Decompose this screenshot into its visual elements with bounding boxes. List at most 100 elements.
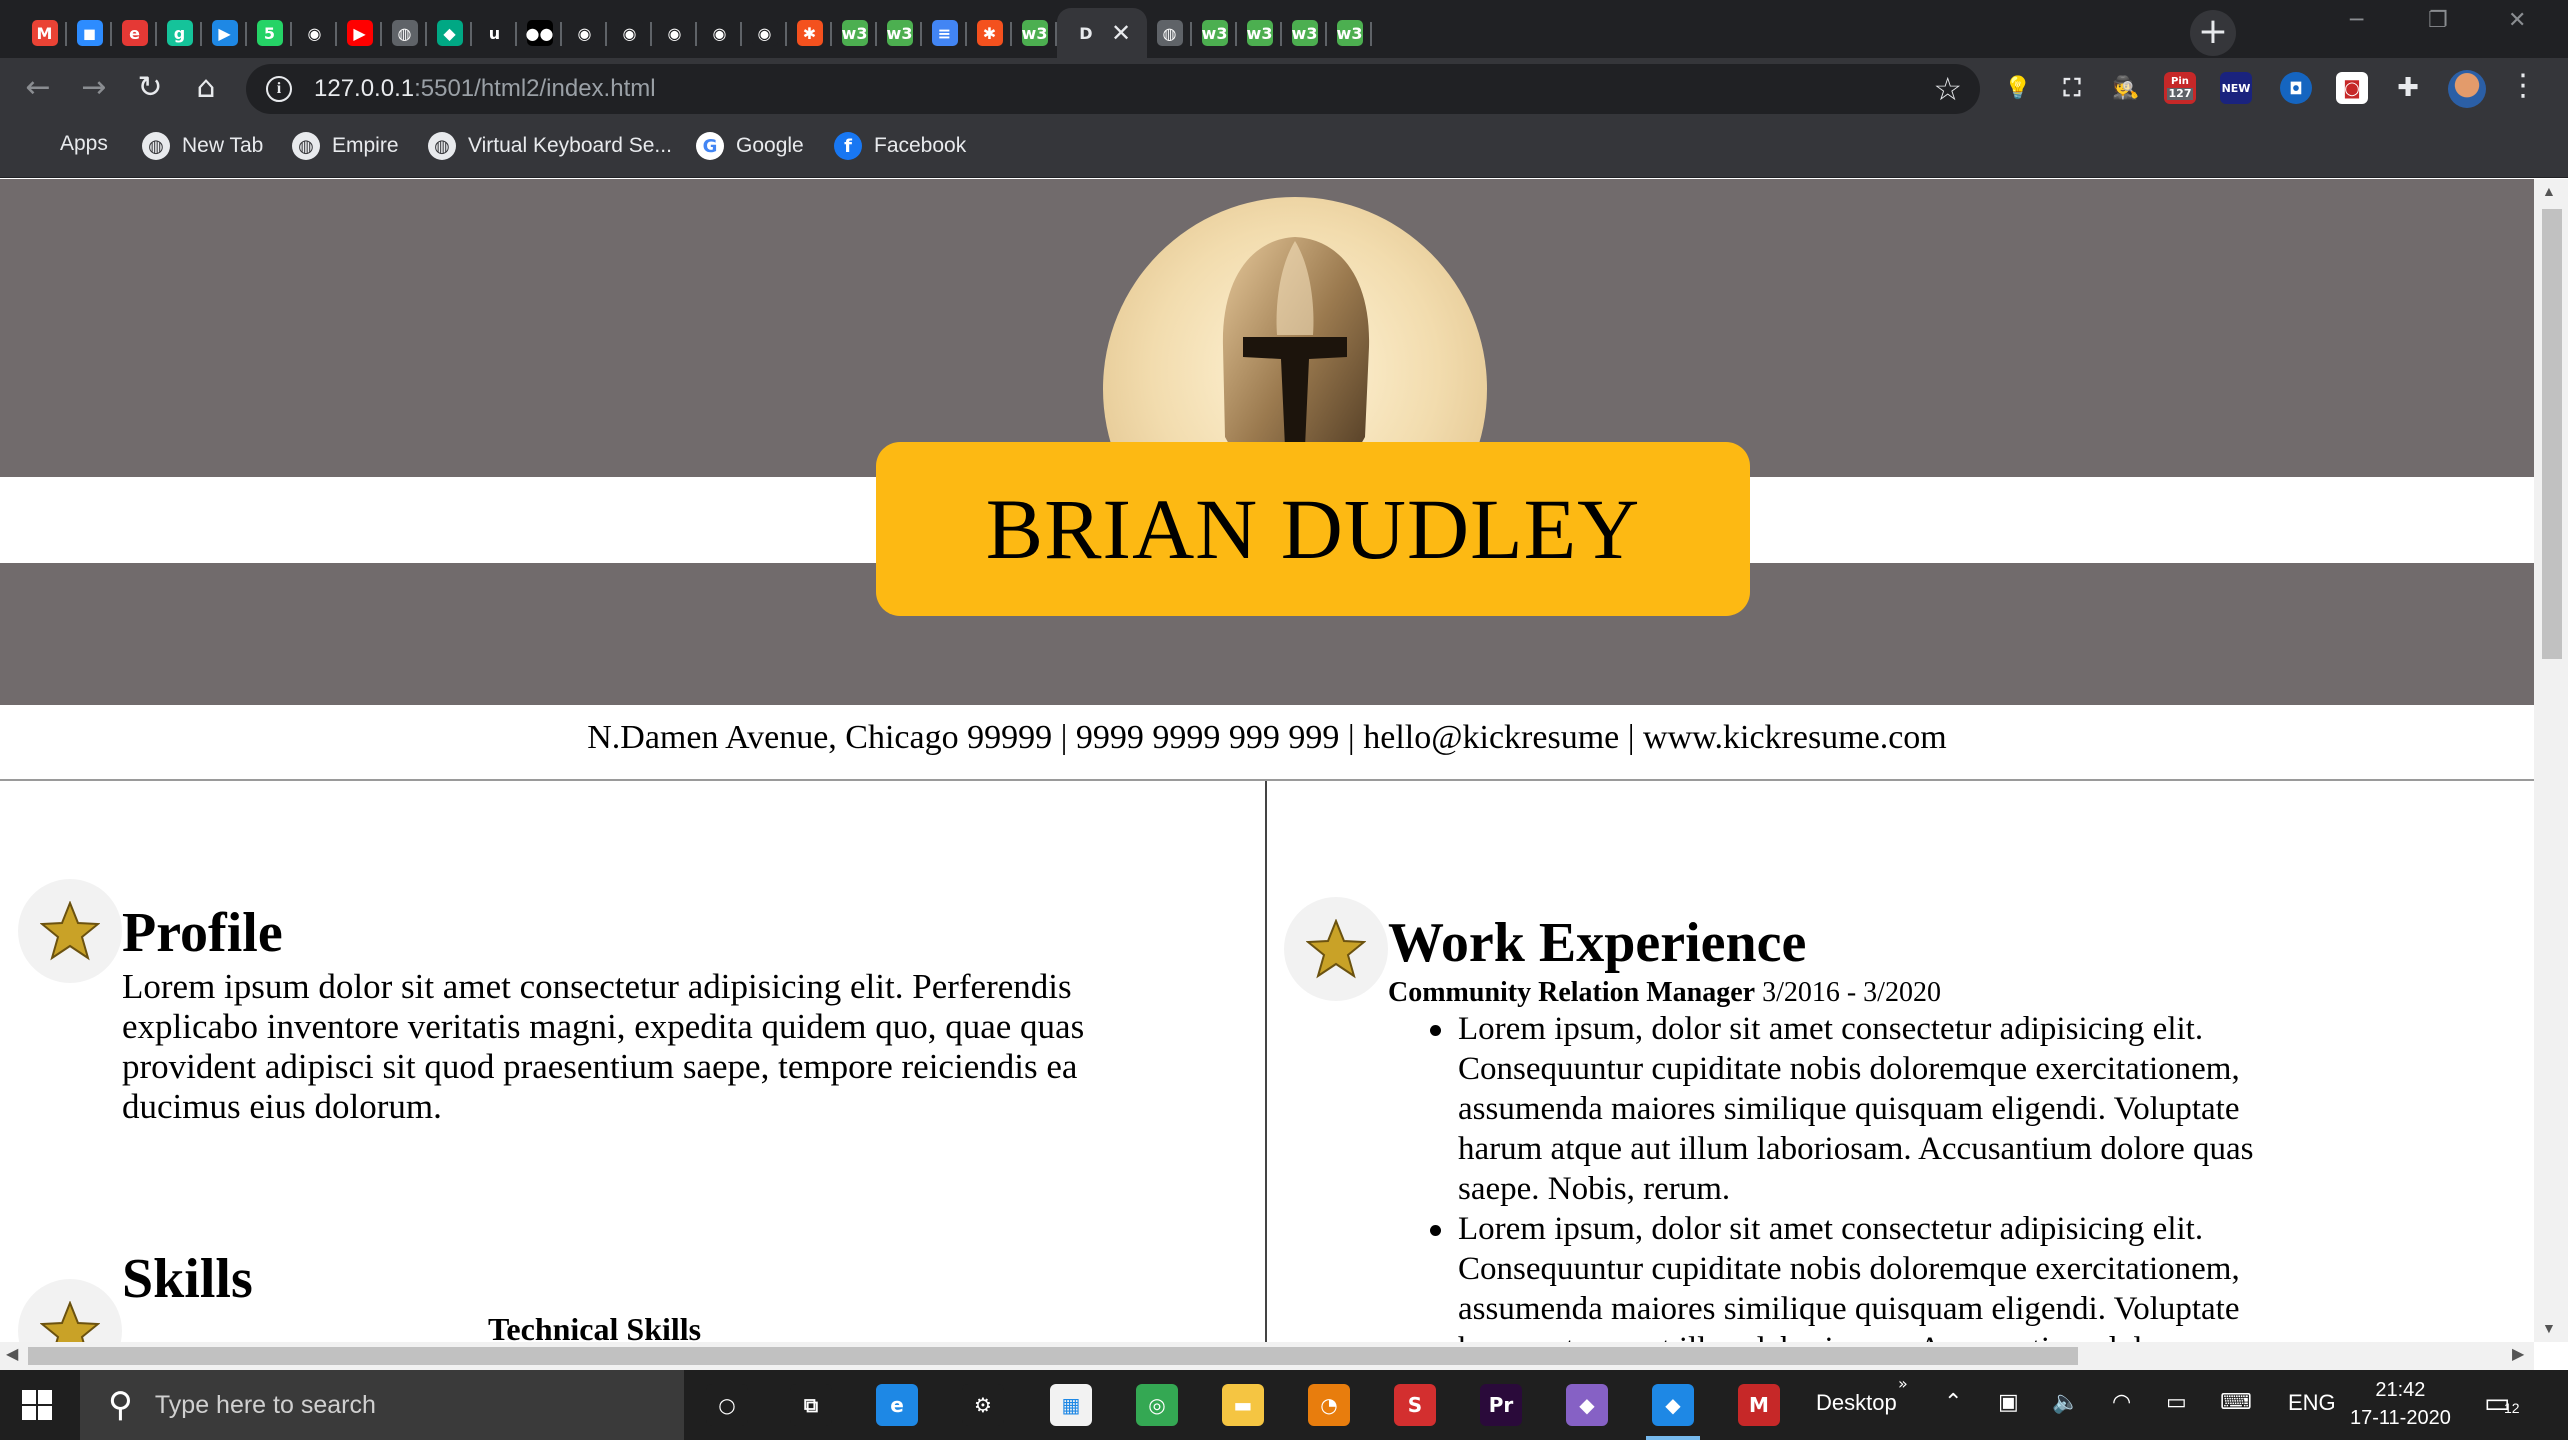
bookmark-star-icon[interactable]: ☆	[1933, 70, 1962, 108]
browser-tab[interactable]: ◼	[67, 8, 112, 58]
vertical-scrollbar[interactable]: ▲ ▼	[2534, 179, 2568, 1342]
browser-tab[interactable]: ●●	[517, 8, 562, 58]
browser-tab[interactable]: ▶	[202, 8, 247, 58]
shield-extension-icon[interactable]: ◙	[2336, 72, 2368, 104]
reload-button[interactable]: ↻	[130, 68, 170, 108]
pin-extension-icon[interactable]: Pin 127	[2164, 72, 2196, 104]
task-view-icon[interactable]: ⧉	[790, 1384, 832, 1426]
chrome-icon[interactable]: ◎	[1136, 1384, 1178, 1426]
browser-tab[interactable]: ✱	[787, 8, 832, 58]
store-icon[interactable]: ▦	[1050, 1384, 1092, 1426]
browser-tab[interactable]: w3	[1012, 8, 1057, 58]
search-icon: ⚲	[108, 1385, 133, 1425]
browser-tab[interactable]: ✱	[967, 8, 1012, 58]
scroll-up-arrow-icon[interactable]: ▲	[2542, 183, 2556, 199]
windows-start-icon[interactable]	[22, 1390, 52, 1420]
restore-icon[interactable]: ❐	[2428, 8, 2448, 33]
forward-button[interactable]: →	[74, 68, 114, 108]
browser-tab[interactable]: 5	[247, 8, 292, 58]
chevron-up-icon[interactable]: ⌃	[1944, 1390, 1962, 1415]
browser-tab[interactable]: w3	[1237, 8, 1282, 58]
browser-tab[interactable]: ◉	[607, 8, 652, 58]
bookmark-facebook[interactable]: f Facebook	[834, 132, 966, 160]
browser-tab[interactable]: ◉	[562, 8, 607, 58]
new-tab-button[interactable]: +	[2190, 10, 2236, 56]
minimize-icon[interactable]: ─	[2350, 8, 2363, 33]
tab-favicon-icon: 5	[256, 20, 283, 46]
scroll-right-arrow-icon[interactable]: ▶	[2512, 1344, 2524, 1364]
explorer-icon[interactable]: ▬	[1222, 1384, 1264, 1426]
horizontal-scrollbar[interactable]: ◀ ▶	[0, 1342, 2534, 1370]
notification-center-icon[interactable]: ▭ 12	[2484, 1386, 2524, 1422]
bookmark-google[interactable]: G Google	[696, 132, 804, 160]
bookmark-empire[interactable]: ◍ Empire	[292, 132, 399, 160]
tab-active[interactable]: D ✕	[1057, 8, 1147, 58]
browser-tab[interactable]: ◆	[427, 8, 472, 58]
bookmark-virtual-keyboard[interactable]: ◍ Virtual Keyboard Se...	[428, 132, 672, 160]
browser-tab[interactable]: w3	[832, 8, 877, 58]
name-banner: BRIAN DUDLEY	[876, 442, 1750, 616]
browser-tab[interactable]: w3	[1282, 8, 1327, 58]
profile-text: Lorem ipsum dolor sit amet consectetur a…	[122, 967, 1085, 1126]
edge-icon[interactable]: e	[876, 1384, 918, 1426]
close-window-icon[interactable]: ✕	[2508, 8, 2526, 33]
site-info-icon[interactable]: i	[266, 76, 292, 102]
browser-tab[interactable]: w3	[1192, 8, 1237, 58]
browser-tab[interactable]: ≡	[922, 8, 967, 58]
keyboard-icon[interactable]: ⌨	[2220, 1390, 2252, 1415]
taskbar-search[interactable]: ⚲ Type here to search	[80, 1370, 684, 1440]
language-indicator[interactable]: ENG	[2288, 1390, 2336, 1416]
visual-studio-icon[interactable]: ◆	[1566, 1384, 1608, 1426]
wifi-icon[interactable]: ◠	[2112, 1390, 2131, 1415]
new-extension-icon[interactable]: NEW	[2220, 72, 2252, 104]
browser-tab[interactable]: e	[112, 8, 157, 58]
vertical-scroll-thumb[interactable]	[2542, 209, 2562, 659]
scroll-down-arrow-icon[interactable]: ▼	[2542, 1320, 2556, 1336]
incognito-extension-icon[interactable]: 🕵	[2110, 72, 2142, 104]
browser-tab[interactable]: ◉	[742, 8, 787, 58]
toolbar-expand-icon[interactable]: »	[1898, 1374, 1908, 1393]
scroll-left-arrow-icon[interactable]: ◀	[6, 1344, 18, 1364]
puzzle-icon[interactable]: ✚	[2392, 72, 2424, 104]
bookmark-label: Empire	[332, 134, 399, 157]
url-text[interactable]: 127.0.0.1:5501/html2/index.html	[314, 75, 656, 103]
bookmark-new-tab[interactable]: ◍ New Tab	[142, 132, 263, 160]
browser-tab[interactable]: ▶	[337, 8, 382, 58]
browser-tab[interactable]: ◉	[697, 8, 742, 58]
search-placeholder: Type here to search	[154, 1390, 376, 1419]
bookmark-apps[interactable]: Apps	[24, 132, 108, 156]
star-icon	[40, 1301, 100, 1342]
close-tab-icon[interactable]: ✕	[1111, 19, 1131, 48]
blender-icon[interactable]: ◔	[1308, 1384, 1350, 1426]
browser-tab[interactable]: ◉	[292, 8, 337, 58]
kebab-menu-icon[interactable]: ⋮	[2508, 68, 2538, 103]
screenshot-extension-icon[interactable]: ⛶	[2056, 72, 2088, 104]
sketchup-icon[interactable]: S	[1394, 1384, 1436, 1426]
address-bar[interactable]: i 127.0.0.1:5501/html2/index.html ☆	[246, 64, 1980, 114]
cortana-icon[interactable]: ○	[706, 1384, 748, 1426]
browser-tab[interactable]: ◉	[652, 8, 697, 58]
battery-icon[interactable]: ▭	[2166, 1390, 2187, 1415]
vscode-icon[interactable]: ◆	[1646, 1384, 1700, 1440]
browser-tab[interactable]: w3	[877, 8, 922, 58]
volume-icon[interactable]: 🔈	[2052, 1390, 2079, 1415]
tab-favicon-icon: ◉	[661, 20, 688, 46]
lightbulb-extension-icon[interactable]: 💡	[2002, 72, 2034, 104]
back-button[interactable]: ←	[18, 68, 58, 108]
desktop-toolbar-label[interactable]: Desktop	[1816, 1390, 1897, 1416]
browser-tab[interactable]: M	[22, 8, 67, 58]
browser-tab[interactable]: g	[157, 8, 202, 58]
home-button[interactable]: ⌂	[186, 68, 226, 108]
browser-tab[interactable]: w3	[1327, 8, 1372, 58]
settings-icon[interactable]: ⚙	[962, 1384, 1004, 1426]
browser-tab[interactable]: ◍	[1147, 8, 1192, 58]
horizontal-scroll-thumb[interactable]	[28, 1347, 2078, 1365]
blue-extension-icon[interactable]: ◘	[2280, 72, 2312, 104]
taskbar-clock[interactable]: 21:42 17-11-2020	[2350, 1376, 2451, 1432]
browser-tab[interactable]: u	[472, 8, 517, 58]
profile-avatar[interactable]	[2448, 70, 2486, 108]
mcafee-icon[interactable]: M	[1738, 1384, 1780, 1426]
tray-app-icon[interactable]: ▣	[1998, 1390, 2019, 1415]
premiere-icon[interactable]: Pr	[1480, 1384, 1522, 1426]
browser-tab[interactable]: ◍	[382, 8, 427, 58]
